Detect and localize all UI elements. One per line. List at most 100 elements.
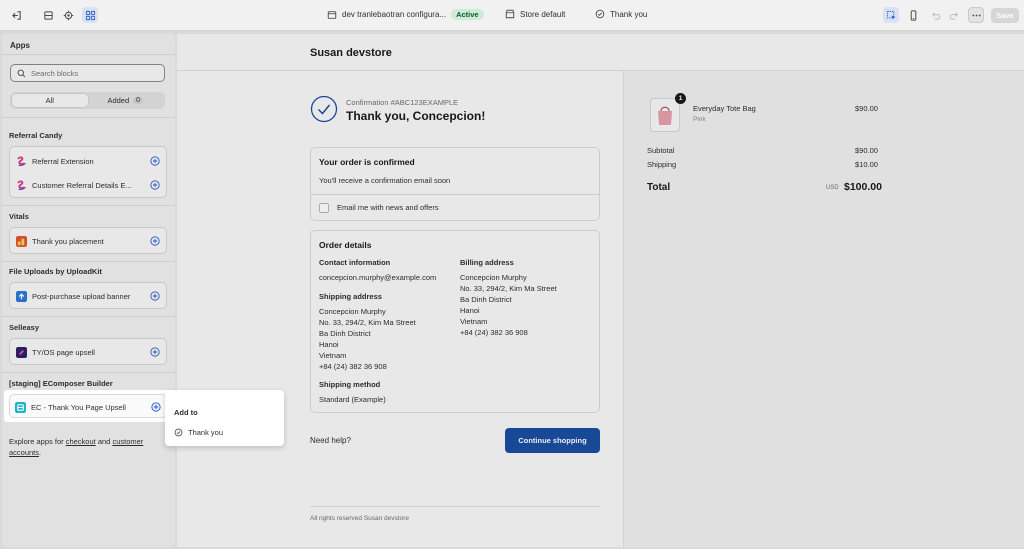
undo-icon[interactable] xyxy=(927,7,943,23)
exit-icon[interactable] xyxy=(8,7,24,23)
app-block-thank-you-placement[interactable]: Thank you placement xyxy=(16,234,160,248)
store-selector[interactable]: Store default xyxy=(505,9,565,19)
theme-icon xyxy=(327,10,337,19)
shipping-address-title: Shipping address xyxy=(319,292,382,301)
app-block-name: TY/OS page upsell xyxy=(32,347,95,357)
app-block-post-purchase-upload[interactable]: Post-purchase upload banner xyxy=(16,289,160,303)
inspector-icon[interactable] xyxy=(883,7,899,23)
order-summary-column xyxy=(623,71,1024,547)
total-label: Total xyxy=(647,182,671,193)
address-line: Concepcion Murphy xyxy=(460,273,527,282)
selleasy-logo-icon xyxy=(16,346,27,358)
explore-apps-text: Explore apps for checkout and customer a… xyxy=(9,436,159,458)
vitals-logo-icon xyxy=(16,235,27,247)
group-title-vitals: Vitals xyxy=(9,212,29,221)
group-card-selleasy: TY/OS page upsell xyxy=(9,338,167,365)
filter-added-tab[interactable]: Added 0 xyxy=(88,94,164,107)
filter-all-tab[interactable]: All xyxy=(12,94,88,107)
shipping-method-value: Standard (Example) xyxy=(319,395,386,404)
address-line: Ba Dinh District xyxy=(319,329,371,338)
address-line: Concepcion Murphy xyxy=(319,307,386,316)
sections-icon[interactable] xyxy=(40,7,56,23)
filter-added-label: Added xyxy=(107,96,130,105)
email-opt-in-row[interactable]: Email me with news and offers xyxy=(311,194,599,220)
billing-address: Concepcion Murphy No. 33, 294/2, Kim Ma … xyxy=(460,272,557,338)
total-value: $100.00 xyxy=(844,181,882,193)
store-label: Store default xyxy=(520,9,566,19)
footer-divider xyxy=(310,506,600,507)
app-block-ec-thank-you-upsell[interactable]: EC - Thank You Page Upsell xyxy=(15,400,161,414)
app-block-ty-os-page-upsell[interactable]: TY/OS page upsell xyxy=(16,345,160,359)
group-title-ecomposer: [staging] EComposer Builder xyxy=(9,379,113,388)
search-blocks-field[interactable] xyxy=(10,64,165,82)
order-confirmed-box: Your order is confirmed You'll receive a… xyxy=(310,147,600,221)
app-block-name: Thank you placement xyxy=(32,236,104,246)
address-line: Vietnam xyxy=(460,317,488,326)
address-line: Hanoi xyxy=(319,340,339,349)
filter-all-label: All xyxy=(45,96,54,105)
theme-selector[interactable]: dev tranlebaotran configura... Active xyxy=(327,9,484,20)
divider xyxy=(2,261,175,262)
settings-gear-icon[interactable] xyxy=(60,7,76,23)
group-card-vitals: Thank you placement xyxy=(9,227,167,254)
address-line: No. 33, 294/2, Kim Ma Street xyxy=(319,318,416,327)
divider xyxy=(2,316,175,317)
app-block-name: EC - Thank You Page Upsell xyxy=(31,402,126,412)
page-selector[interactable]: Thank you xyxy=(595,9,647,19)
address-line: +84 (24) 382 36 908 xyxy=(460,328,528,337)
app-block-customer-referral-details[interactable]: Customer Referral Details E... xyxy=(16,178,160,192)
total-currency: USD xyxy=(826,185,839,191)
popover-title: Add to xyxy=(174,408,198,417)
more-actions-icon[interactable] xyxy=(968,7,984,23)
group-card-ecomposer: EC - Thank You Page Upsell xyxy=(9,394,167,418)
add-circle-icon[interactable] xyxy=(150,236,160,246)
add-circle-icon[interactable] xyxy=(150,291,160,301)
add-circle-icon[interactable] xyxy=(150,156,160,166)
apps-grid-icon[interactable] xyxy=(82,7,98,23)
order-confirmed-title: Your order is confirmed xyxy=(319,157,415,167)
save-button[interactable]: Save xyxy=(991,8,1019,23)
address-line: Hanoi xyxy=(460,306,480,315)
footer-text: All rights reserved Susan devstore xyxy=(310,515,409,522)
address-line: Ba Dinh District xyxy=(460,295,512,304)
uploadkit-logo-icon xyxy=(16,290,27,302)
product-name: Everyday Tote Bag xyxy=(693,104,756,113)
divider xyxy=(2,205,175,206)
add-circle-icon[interactable] xyxy=(151,402,161,412)
need-help-link[interactable]: Need help? xyxy=(310,436,351,445)
search-input[interactable] xyxy=(31,68,151,78)
address-line: No. 33, 294/2, Kim Ma Street xyxy=(460,284,557,293)
referral-candy-logo-icon xyxy=(17,155,26,166)
app-block-referral-extension[interactable]: Referral Extension xyxy=(16,154,160,168)
highlighted-app-block: EC - Thank You Page Upsell xyxy=(4,390,173,422)
continue-shopping-button[interactable]: Continue shopping xyxy=(505,428,600,453)
popover-option-label: Thank you xyxy=(188,427,224,437)
product-price: $90.00 xyxy=(855,104,878,113)
order-confirmed-text: You'll receive a confirmation email soon xyxy=(319,176,451,185)
email-opt-in-label: Email me with news and offers xyxy=(337,203,439,212)
store-name: Susan devstore xyxy=(310,47,392,59)
search-icon xyxy=(17,69,26,77)
subtotal-label: Subtotal xyxy=(647,146,675,155)
group-card-referral-candy: Referral Extension Customer Referral Det… xyxy=(9,146,167,198)
referral-candy-logo-icon xyxy=(17,179,26,190)
add-circle-icon[interactable] xyxy=(150,180,160,190)
group-title-selleasy: Selleasy xyxy=(9,323,40,332)
panel-title: Apps xyxy=(10,41,30,50)
redo-icon[interactable] xyxy=(946,7,962,23)
mobile-preview-icon[interactable] xyxy=(905,7,921,23)
explore-suffix: . xyxy=(39,448,42,457)
tote-bag-icon xyxy=(658,106,672,125)
checkout-link[interactable]: checkout xyxy=(66,437,96,446)
explore-and: and xyxy=(97,437,111,446)
confirmation-check-icon xyxy=(310,95,338,123)
subtotal-value: $90.00 xyxy=(855,146,878,155)
explore-prefix: Explore apps for xyxy=(9,437,64,446)
address-line: +84 (24) 382 36 908 xyxy=(319,362,387,371)
address-line: Vietnam xyxy=(319,351,347,360)
email-opt-in-checkbox[interactable] xyxy=(319,202,329,213)
add-to-thank-you-option[interactable]: Thank you xyxy=(171,425,279,439)
checkout-preview: Susan devstore Confirmation #ABC123EXAMP… xyxy=(177,34,1024,547)
add-circle-icon[interactable] xyxy=(150,347,160,357)
app-block-name: Post-purchase upload banner xyxy=(32,291,131,301)
